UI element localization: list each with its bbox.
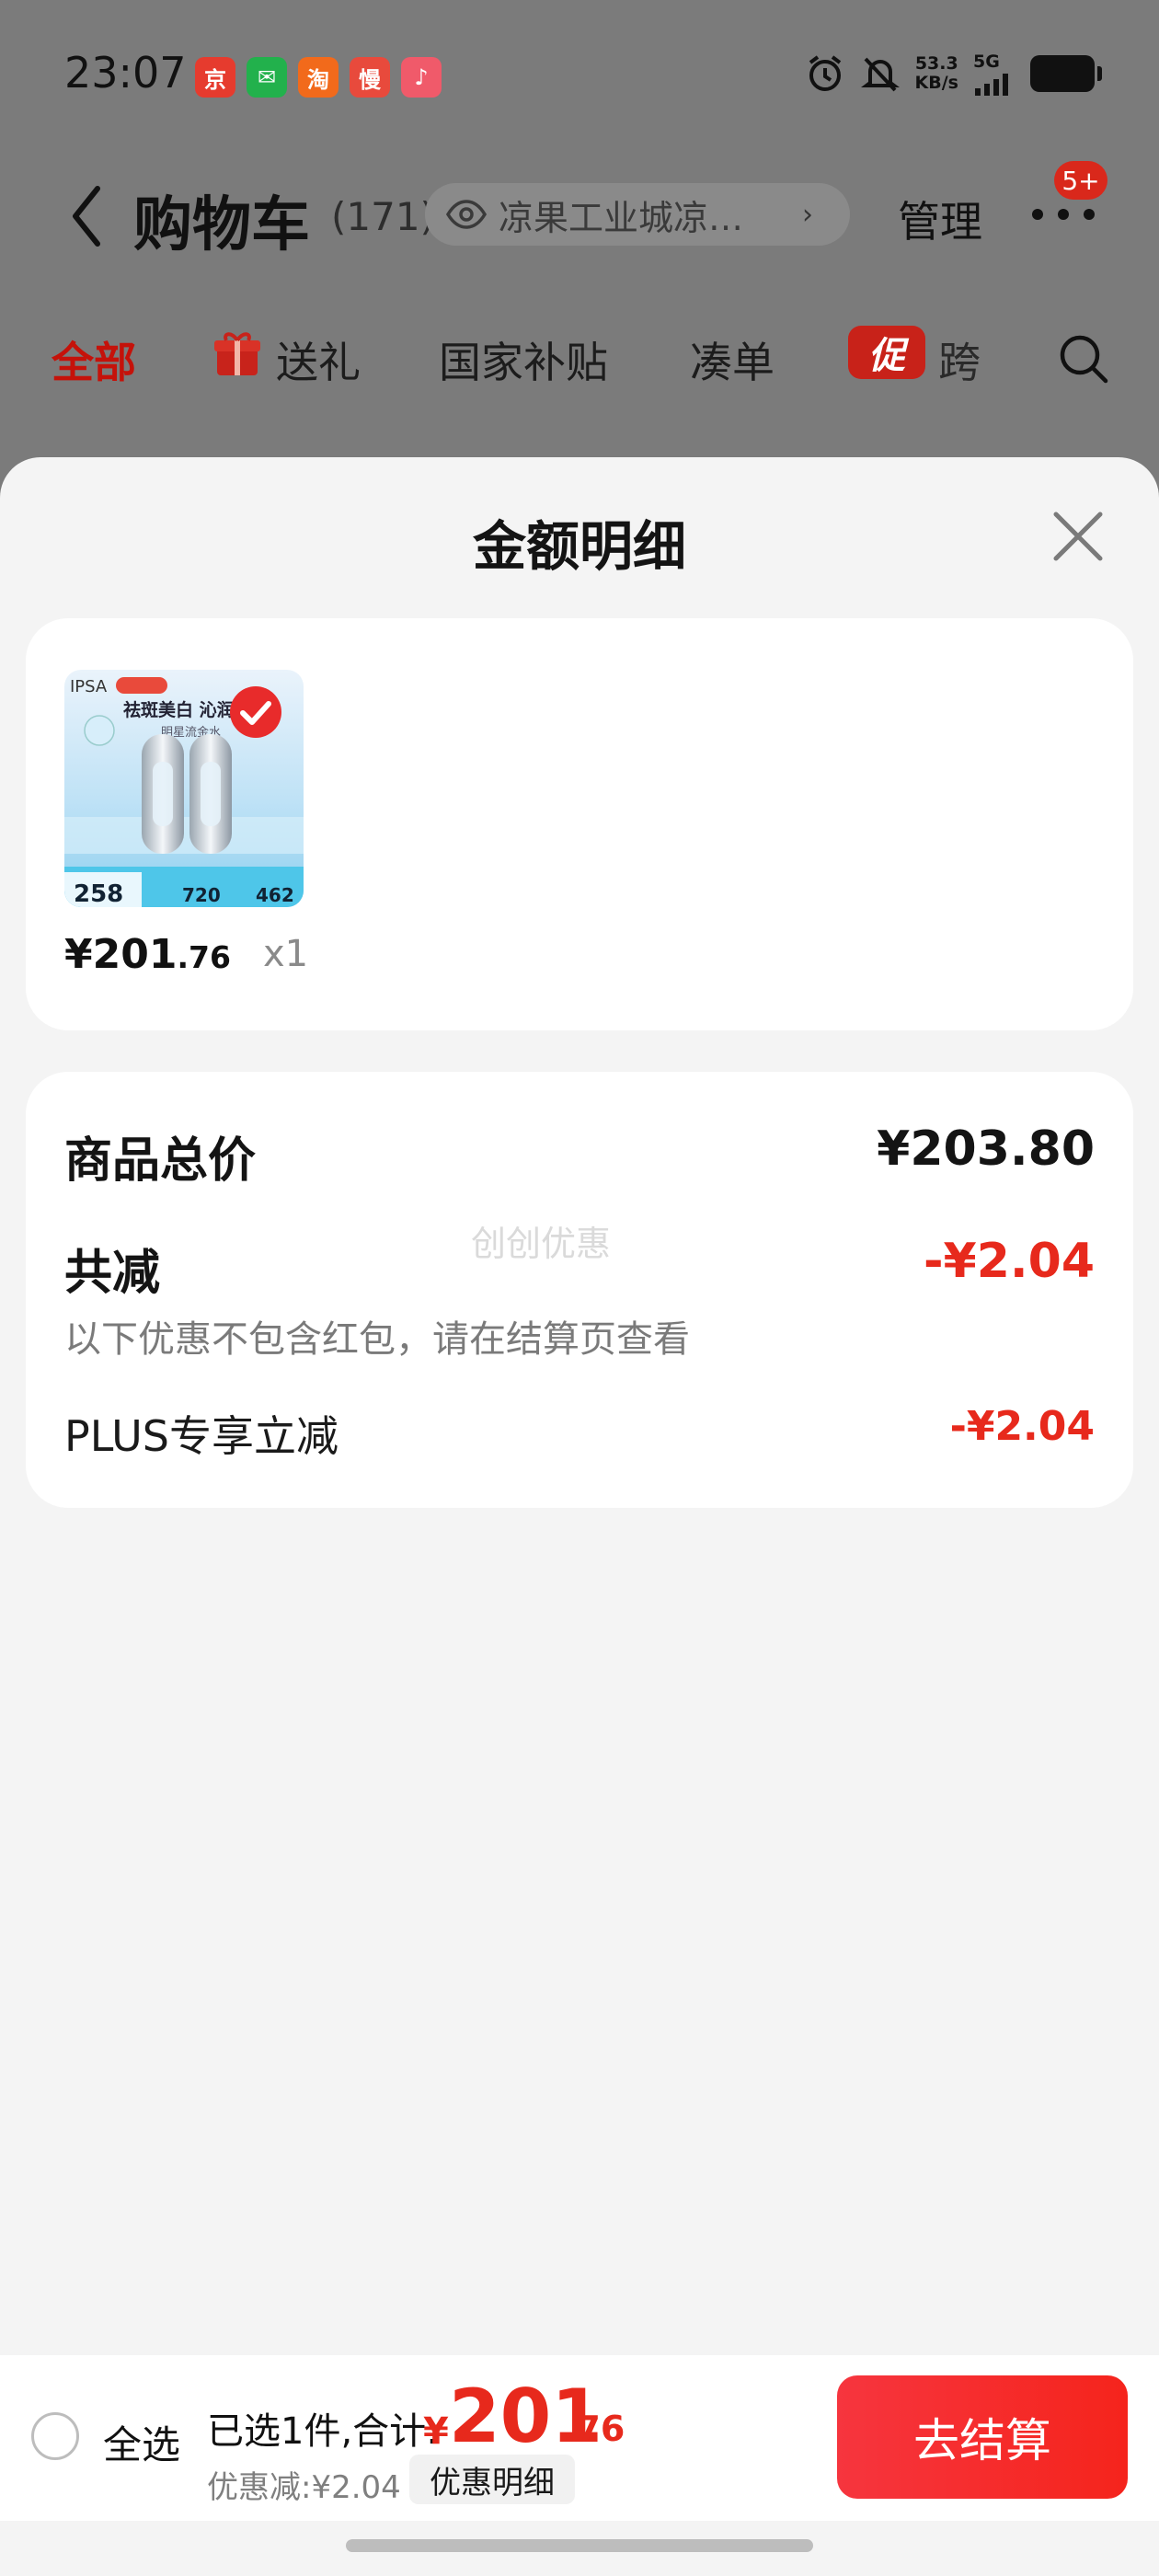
checkout-button[interactable]: 去结算 [837,2375,1128,2499]
discount-detail-button[interactable]: 优惠明细 [409,2455,575,2504]
jd-icon: 京 [195,57,235,98]
price-integer: ¥201 [64,931,178,978]
tab-national-subsidy[interactable]: 国家补贴 [439,329,608,390]
discount-note: 以下优惠不包含红包，请在结算页查看 [64,1318,690,1361]
signal-group: 5G [973,52,1016,96]
tab-gift[interactable]: 送礼 [276,329,361,390]
signal-icon [975,74,1008,96]
music-icon: ♪ [401,57,442,98]
image-price-3: 462 [256,884,294,906]
gift-icon [214,332,260,375]
plus-discount-value: -¥2.04 [949,1403,1095,1450]
status-indicators: 53.3 KB/s 5G [805,52,1102,96]
home-indicator[interactable] [346,2539,813,2552]
manage-button[interactable]: 管理 [898,189,982,249]
select-all-label[interactable]: 全选 [103,2414,180,2470]
price-summary-card: 商品总价 ¥203.80 创创优惠 共减 -¥2.04 以下优惠不包含红包，请在… [26,1072,1133,1508]
page-title: 购物车 [133,191,310,259]
status-time: 23:07 [64,48,187,98]
chevron-right-icon: › [802,198,813,231]
total-currency: ¥ [423,2410,449,2453]
network-type: 5G [973,52,1000,72]
reduction-value: -¥2.04 [923,1234,1095,1289]
battery-icon [1030,55,1102,92]
message-badge: 5+ [1054,161,1107,200]
back-arrow-icon[interactable] [64,179,110,253]
tab-cross-border-wrap: 跨 [938,320,1030,394]
tab-bundle[interactable]: 凑单 [690,329,775,390]
delivery-location-selector[interactable]: 凉果工业城凉… › [425,183,850,246]
price-decimal: .76 [177,939,231,975]
cart-nav-bar: 购物车 (171) 凉果工业城凉… › 管理 5+ [0,161,1159,271]
select-all-radio[interactable] [31,2412,79,2460]
search-icon[interactable] [1056,331,1111,386]
eye-icon [445,200,488,229]
discount-amount: 优惠减:¥2.04 [207,2469,401,2506]
promo-icon: 促 [848,326,925,379]
total-price-value: ¥203.80 [877,1121,1095,1177]
selected-product-card: IPSA 祛斑美白 沁润保 明星流金水 258 720 462 ¥201.76 … [26,618,1133,1030]
cart-count: (171) [331,194,435,239]
close-icon[interactable] [1049,507,1107,566]
selection-summary: 已选1件,合计: [207,2410,439,2453]
amount-detail-sheet: 金额明细 IPSA 祛斑美白 沁润保 明星流金水 258 720 462 ¥20… [0,457,1159,2576]
notification-app-icons: 京 ✉ 淘慢 ♪ [195,57,442,98]
reduction-label: 共减 [64,1246,161,1301]
wechat-icon: ✉ [247,57,287,98]
watermark: 创创优惠 [471,1224,612,1264]
status-bar: 23:07 京 ✉ 淘慢 ♪ 53.3 KB/s 5G [0,0,1159,152]
sheet-title: 金额明细 [472,515,686,578]
tab-all[interactable]: 全部 [52,329,136,390]
plus-discount-label: PLUS专享立减 [64,1411,339,1461]
total-decimal: .76 [563,2409,625,2449]
product-price: ¥201.76 [64,931,231,978]
net-speed-value: 53.3 [914,53,958,74]
checked-icon[interactable] [228,684,283,740]
mute-bell-icon [860,53,901,94]
location-text: 凉果工业城凉… [499,197,744,238]
total-price-label: 商品总价 [64,1133,257,1189]
more-icon[interactable] [1028,203,1098,225]
net-speed-unit: KB/s [914,73,958,93]
net-speed: 53.3 KB/s [915,54,958,93]
alarm-icon [805,53,845,94]
product-brand: IPSA [70,677,108,696]
product-quantity: x1 [263,933,309,975]
tab-cross-border[interactable]: 跨 [938,329,981,390]
checkout-bar: 全选 已选1件,合计: ¥ 201 .76 优惠减:¥2.04 优惠明细 去结算 [0,2355,1159,2521]
cart-filter-tabs: 全部 送礼 国家补贴 凑单 促 跨 [0,320,1159,394]
image-price-2: 720 [182,884,221,906]
image-price-1: 258 [74,880,123,907]
taobao-icon: 淘 [298,57,339,98]
app-man-icon: 慢 [350,57,390,98]
